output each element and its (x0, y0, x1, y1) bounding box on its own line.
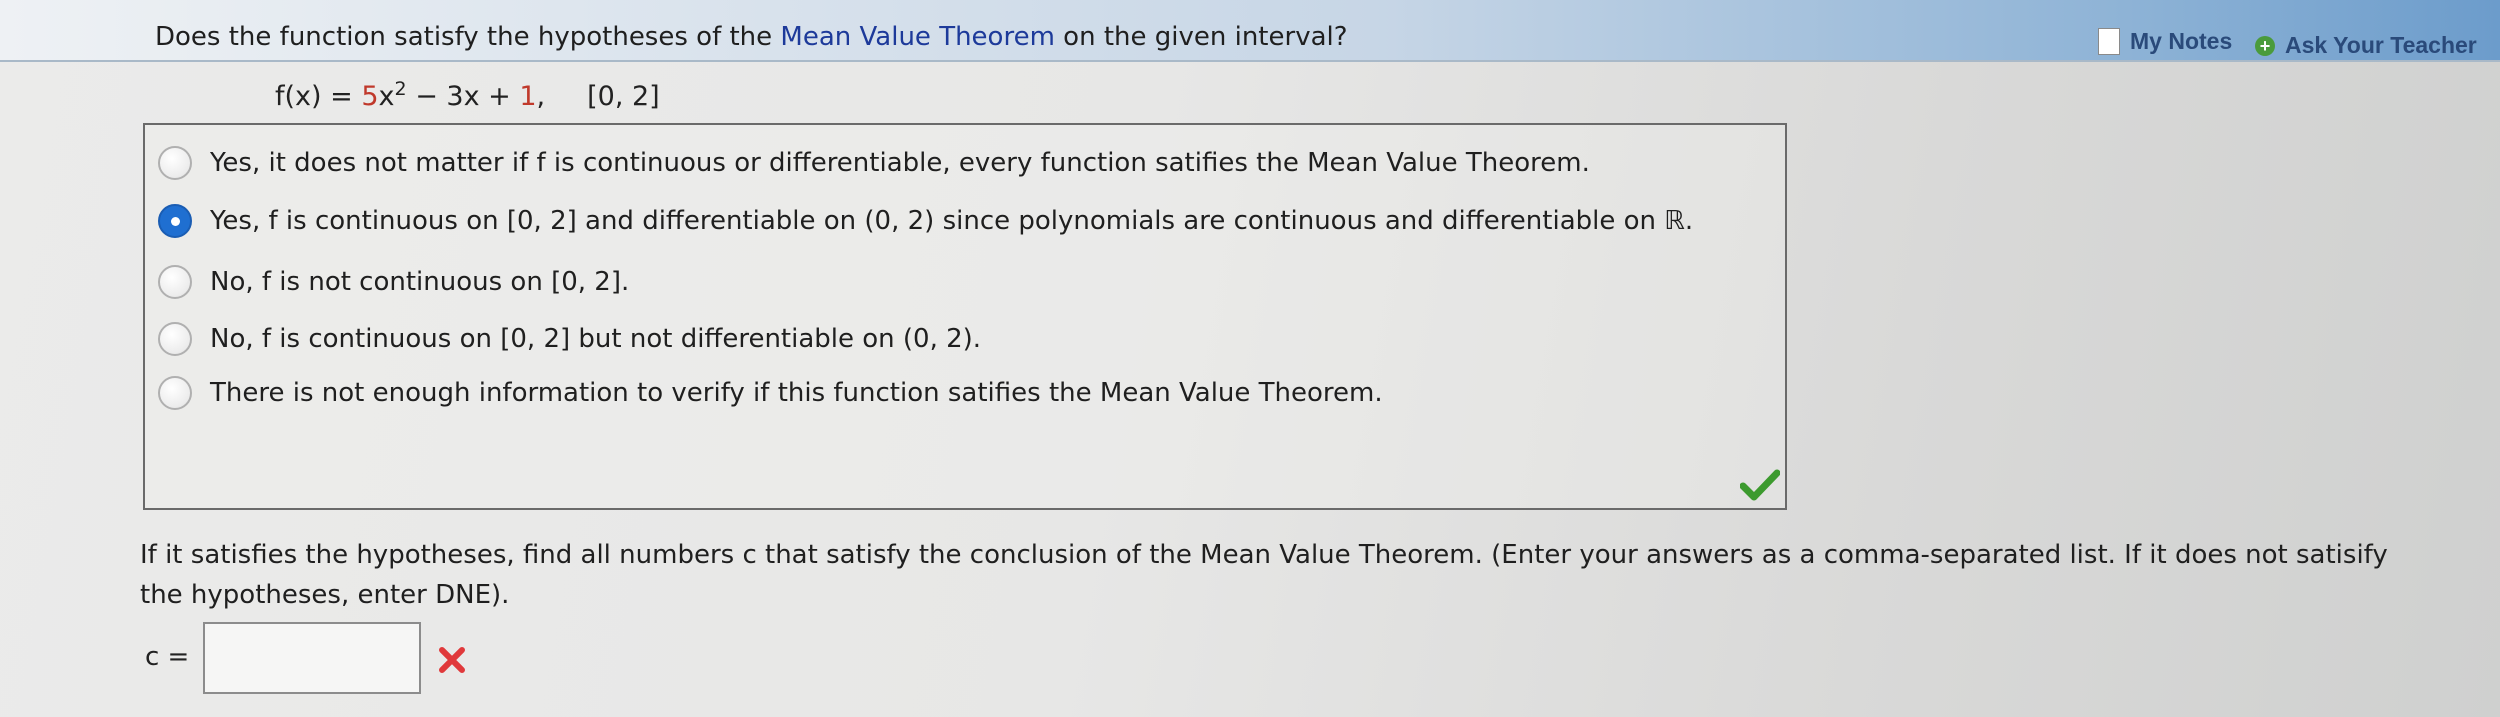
question-prefix: Does the function satisfy the hypotheses… (155, 22, 781, 52)
option-2-label: Yes, f is continuous on [0, 2] and diffe… (210, 206, 1694, 236)
my-notes-link[interactable]: My Notes (2098, 28, 2232, 55)
c-answer-input[interactable] (203, 622, 421, 694)
notes-doc-icon (2098, 28, 2120, 55)
radio-option-2[interactable] (158, 204, 192, 238)
formula-coef: 5 (361, 81, 379, 112)
option-4[interactable]: No, f is continuous on [0, 2] but not di… (158, 322, 981, 356)
incorrect-x-icon (439, 647, 465, 673)
option-3[interactable]: No, f is not continuous on [0, 2]. (158, 265, 629, 299)
radio-option-1[interactable] (158, 146, 192, 180)
radio-option-5[interactable] (158, 376, 192, 410)
followup-question: If it satisfies the hypotheses, find all… (140, 540, 2388, 610)
ask-teacher-link[interactable]: + Ask Your Teacher (2255, 32, 2477, 59)
formula-lhs: f(x) = (275, 81, 362, 112)
option-5-label: There is not enough information to verif… (210, 378, 1383, 408)
formula-var: x (378, 81, 395, 112)
radio-option-4[interactable] (158, 322, 192, 356)
correct-check-icon (1740, 469, 1780, 501)
radio-option-3[interactable] (158, 265, 192, 299)
formula-middle: − 3x + (406, 81, 520, 112)
plus-circle-icon: + (2255, 35, 2275, 56)
my-notes-label: My Notes (2130, 28, 2233, 54)
formula-interval: [0, 2] (587, 81, 660, 112)
theorem-link[interactable]: Mean Value Theorem (780, 22, 1054, 52)
question-text: Does the function satisfy the hypotheses… (155, 22, 1348, 52)
function-formula: f(x) = 5x2 − 3x + 1, [0, 2] (275, 78, 660, 112)
answer-options-box (143, 123, 1787, 510)
formula-exponent: 2 (394, 78, 407, 100)
option-5[interactable]: There is not enough information to verif… (158, 376, 1383, 410)
c-label: c = (145, 642, 190, 672)
option-3-label: No, f is not continuous on [0, 2]. (210, 267, 630, 297)
formula-comma: , (536, 81, 546, 112)
option-1-label: Yes, it does not matter if f is continuo… (210, 148, 1590, 178)
ask-teacher-label: Ask Your Teacher (2285, 32, 2477, 58)
option-2[interactable]: Yes, f is continuous on [0, 2] and diffe… (158, 204, 1693, 238)
question-suffix: on the given interval? (1054, 22, 1348, 52)
formula-constant: 1 (519, 81, 537, 112)
option-1[interactable]: Yes, it does not matter if f is continuo… (158, 146, 1590, 180)
option-4-label: No, f is continuous on [0, 2] but not di… (210, 324, 982, 354)
